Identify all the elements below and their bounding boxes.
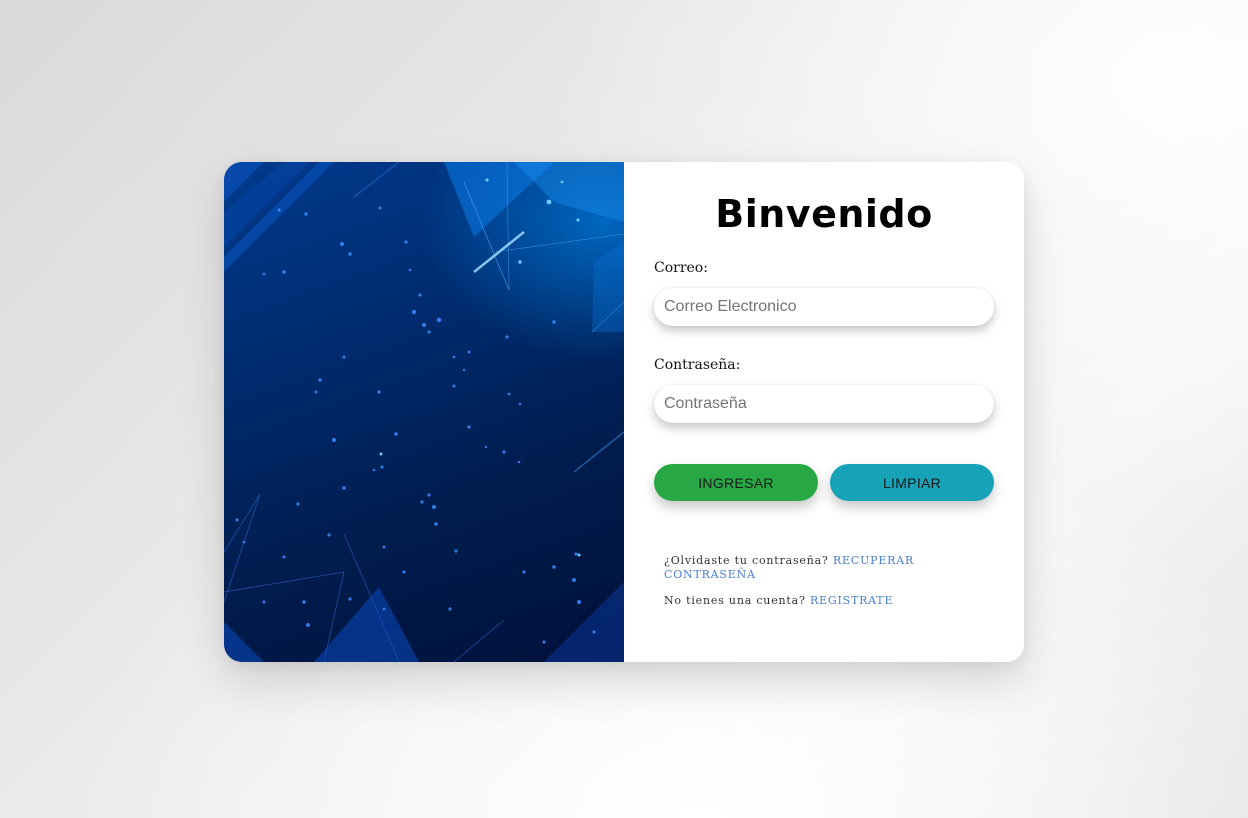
register-text: No tienes una cuenta? bbox=[664, 594, 806, 607]
login-form-panel: Binvenido Correo: Contraseña: INGRESAR L… bbox=[624, 162, 1024, 662]
forgot-password-text: ¿Olvidaste tu contraseña? bbox=[664, 554, 829, 567]
background-art-panel bbox=[224, 162, 624, 662]
page-title: Binvenido bbox=[715, 192, 933, 236]
password-label: Contraseña: bbox=[654, 357, 741, 373]
email-field[interactable] bbox=[654, 288, 994, 326]
password-field[interactable] bbox=[654, 385, 994, 423]
clear-button[interactable]: LIMPIAR bbox=[830, 464, 994, 501]
tech-particles-illustration bbox=[224, 162, 624, 662]
email-label: Correo: bbox=[654, 260, 708, 276]
forgot-password-line: ¿Olvidaste tu contraseña? RECUPERAR CONT… bbox=[664, 554, 964, 582]
submit-button[interactable]: INGRESAR bbox=[654, 464, 818, 501]
login-card: Binvenido Correo: Contraseña: INGRESAR L… bbox=[224, 162, 1024, 662]
register-line: No tienes una cuenta? REGISTRATE bbox=[664, 594, 964, 608]
register-link[interactable]: REGISTRATE bbox=[810, 594, 893, 607]
